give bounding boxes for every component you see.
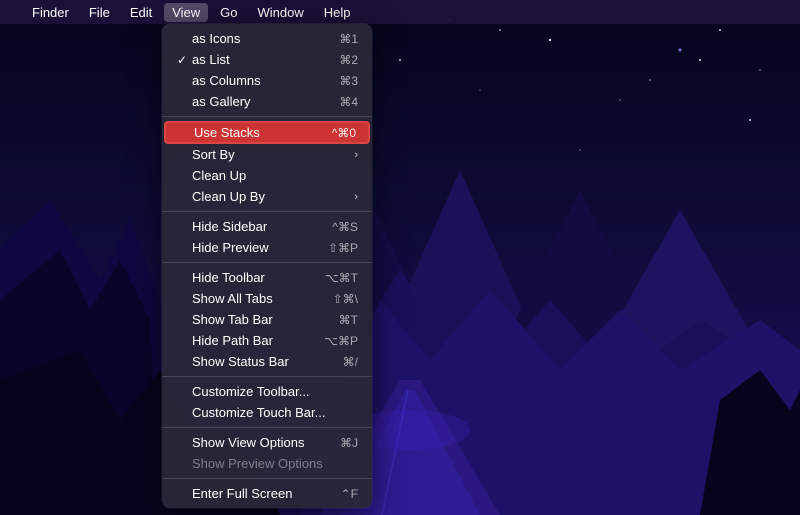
separator-4 (162, 376, 372, 377)
label-show-tab-bar: Show Tab Bar (192, 312, 273, 327)
label-as-columns: as Columns (192, 73, 261, 88)
menu-item-use-stacks[interactable]: Use Stacks ^⌘0 (164, 121, 370, 144)
menu-item-as-columns[interactable]: as Columns ⌘3 (162, 70, 372, 91)
shortcut-show-view-options: ⌘J (340, 436, 358, 450)
menu-item-clean-up-by[interactable]: Clean Up By › (162, 186, 372, 207)
label-hide-path-bar: Hide Path Bar (192, 333, 273, 348)
label-clean-up: Clean Up (192, 168, 246, 183)
menu-item-as-icons[interactable]: as Icons ⌘1 (162, 28, 372, 49)
finder-menu-item[interactable]: Finder (24, 3, 77, 22)
shortcut-as-list: ⌘2 (339, 53, 358, 67)
shortcut-hide-path-bar: ⌥⌘P (324, 334, 358, 348)
menu-item-as-gallery[interactable]: as Gallery ⌘4 (162, 91, 372, 112)
help-menu-item[interactable]: Help (316, 3, 359, 22)
menu-item-clean-up[interactable]: Clean Up (162, 165, 372, 186)
separator-1 (162, 116, 372, 117)
shortcut-show-all-tabs: ⇧⌘\ (333, 292, 358, 306)
shortcut-as-columns: ⌘3 (339, 74, 358, 88)
menu-item-show-tab-bar[interactable]: Show Tab Bar ⌘T (162, 309, 372, 330)
menubar: Finder File Edit View Go Window Help (0, 0, 800, 24)
menu-item-show-view-options[interactable]: Show View Options ⌘J (162, 432, 372, 453)
arrow-clean-up-by: › (354, 191, 358, 203)
shortcut-show-status-bar: ⌘/ (343, 355, 358, 369)
menu-item-show-preview-options[interactable]: Show Preview Options (162, 453, 372, 474)
shortcut-as-icons: ⌘1 (339, 32, 358, 46)
label-hide-preview: Hide Preview (192, 240, 269, 255)
menu-item-customize-touch-bar[interactable]: Customize Touch Bar... (162, 402, 372, 423)
menu-item-hide-sidebar[interactable]: Hide Sidebar ^⌘S (162, 216, 372, 237)
label-as-list: as List (192, 52, 230, 67)
menu-item-hide-path-bar[interactable]: Hide Path Bar ⌥⌘P (162, 330, 372, 351)
shortcut-enter-full-screen: ⌃F (341, 487, 358, 501)
label-as-gallery: as Gallery (192, 94, 251, 109)
shortcut-as-gallery: ⌘4 (339, 95, 358, 109)
view-menu-item[interactable]: View (164, 3, 208, 22)
separator-3 (162, 262, 372, 263)
separator-2 (162, 211, 372, 212)
desktop-background (0, 0, 800, 515)
label-use-stacks: Use Stacks (194, 125, 260, 140)
label-sort-by: Sort By (192, 147, 235, 162)
window-menu-item[interactable]: Window (250, 3, 312, 22)
label-enter-full-screen: Enter Full Screen (192, 486, 292, 501)
label-show-all-tabs: Show All Tabs (192, 291, 273, 306)
shortcut-hide-toolbar: ⌥⌘T (325, 271, 358, 285)
shortcut-hide-sidebar: ^⌘S (332, 220, 358, 234)
menu-item-as-list[interactable]: ✓ as List ⌘2 (162, 49, 372, 70)
label-hide-sidebar: Hide Sidebar (192, 219, 267, 234)
label-customize-touch-bar: Customize Touch Bar... (192, 405, 325, 420)
label-customize-toolbar: Customize Toolbar... (192, 384, 310, 399)
label-show-preview-options: Show Preview Options (192, 456, 323, 471)
label-show-status-bar: Show Status Bar (192, 354, 289, 369)
separator-6 (162, 478, 372, 479)
apple-menu-item[interactable] (8, 10, 20, 14)
menu-item-hide-preview[interactable]: Hide Preview ⇧⌘P (162, 237, 372, 258)
separator-5 (162, 427, 372, 428)
view-dropdown-menu: as Icons ⌘1 ✓ as List ⌘2 as Columns ⌘3 a… (162, 24, 372, 508)
label-hide-toolbar: Hide Toolbar (192, 270, 265, 285)
check-as-list: ✓ (176, 53, 188, 67)
menu-item-hide-toolbar[interactable]: Hide Toolbar ⌥⌘T (162, 267, 372, 288)
label-clean-up-by: Clean Up By (192, 189, 265, 204)
menu-item-enter-full-screen[interactable]: Enter Full Screen ⌃F (162, 483, 372, 504)
shortcut-show-tab-bar: ⌘T (339, 313, 358, 327)
label-as-icons: as Icons (192, 31, 240, 46)
shortcut-hide-preview: ⇧⌘P (328, 241, 358, 255)
go-menu-item[interactable]: Go (212, 3, 245, 22)
arrow-sort-by: › (354, 149, 358, 161)
label-show-view-options: Show View Options (192, 435, 305, 450)
edit-menu-item[interactable]: Edit (122, 3, 160, 22)
menu-item-show-status-bar[interactable]: Show Status Bar ⌘/ (162, 351, 372, 372)
menu-item-customize-toolbar[interactable]: Customize Toolbar... (162, 381, 372, 402)
file-menu-item[interactable]: File (81, 3, 118, 22)
menu-item-sort-by[interactable]: Sort By › (162, 144, 372, 165)
menu-item-show-all-tabs[interactable]: Show All Tabs ⇧⌘\ (162, 288, 372, 309)
shortcut-use-stacks: ^⌘0 (332, 126, 356, 140)
